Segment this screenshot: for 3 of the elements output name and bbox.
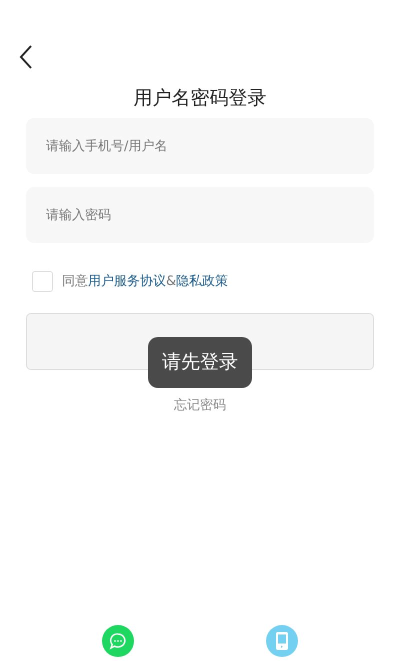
page-title: 用户名密码登录 xyxy=(132,86,268,111)
agreement-text: 同意用户服务协议&隐私政策 xyxy=(62,272,228,291)
login-toast: 请先登录 xyxy=(148,337,252,388)
